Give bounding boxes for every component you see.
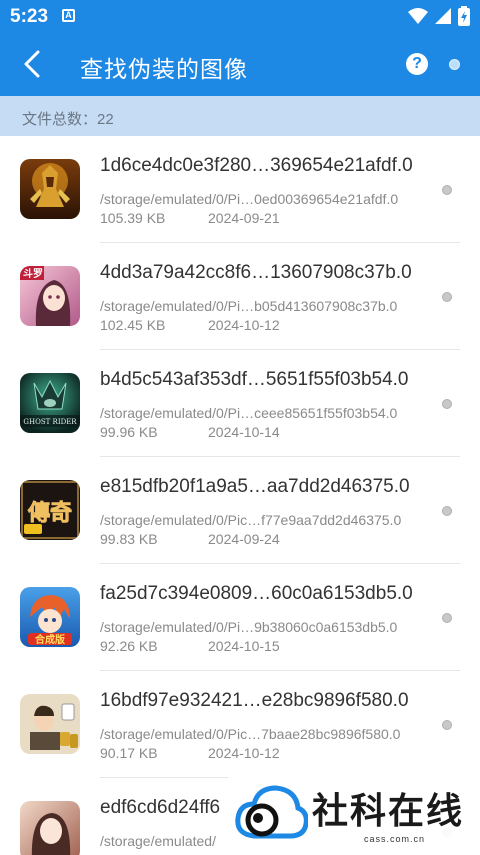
- file-name: b4d5c543af353df…5651f55f03b54.0: [100, 369, 409, 390]
- mahjong-game-icon: [20, 694, 80, 754]
- file-date: 2024-10-14: [208, 424, 280, 440]
- file-path: /storage/emulated/0/Pi…b05d413607908c37b…: [100, 298, 398, 314]
- warrior-game-icon: [20, 159, 80, 219]
- file-date: 2024-09-24: [208, 531, 280, 547]
- battery-icon: [458, 6, 470, 26]
- file-size: 102.45 KB: [100, 317, 166, 333]
- file-date: 2024-10-12: [208, 317, 280, 333]
- list-item[interactable]: 1d6ce4dc0e3f280…369654e21afdf.0 /storage…: [0, 136, 480, 243]
- file-list[interactable]: 1d6ce4dc0e3f280…369654e21afdf.0 /storage…: [0, 136, 480, 855]
- help-icon[interactable]: ?: [406, 53, 428, 75]
- notification-icon: A: [62, 9, 75, 22]
- file-name: 16bdf97e932421…e28bc9896f580.0: [100, 690, 409, 711]
- file-name: 1d6ce4dc0e3f280…369654e21afdf.0: [100, 155, 413, 176]
- file-size: 105.39 KB: [100, 210, 166, 226]
- file-name: fa25d7c394e0809…60c0a6153db5.0: [100, 583, 413, 604]
- file-path: /storage/emulated/0/Pic…7baae28bc9896f58…: [100, 726, 401, 742]
- select-radio[interactable]: [442, 399, 452, 409]
- thumb-tag: 斗罗: [23, 268, 43, 280]
- file-size: 90.17 KB: [100, 745, 158, 761]
- file-date: 2024-09-21: [208, 210, 280, 226]
- anime-boy-game-icon: 合成版: [20, 587, 80, 647]
- file-path: /storage/emulated/0/Pi…ceee85651f55f03b5…: [100, 405, 398, 421]
- select-radio[interactable]: [442, 506, 452, 516]
- back-button[interactable]: [14, 46, 50, 82]
- select-radio[interactable]: [442, 185, 452, 195]
- app-bar: 查找伪装的图像 ?: [0, 32, 480, 96]
- watermark: 社科在线 cass.com.cn: [228, 770, 480, 855]
- list-item[interactable]: 斗罗 4dd3a79a42cc8f6…13607908c37b.0 /stora…: [0, 243, 480, 350]
- page-title: 查找伪装的图像: [80, 56, 248, 82]
- watermark-url: cass.com.cn: [364, 834, 426, 844]
- legend-game-icon: 傳奇: [20, 480, 80, 540]
- menu-dot-button[interactable]: [449, 59, 460, 70]
- file-date: 2024-10-15: [208, 638, 280, 654]
- select-radio[interactable]: [442, 613, 452, 623]
- file-path: /storage/emulated/: [100, 833, 216, 849]
- watermark-brand: 社科在线: [312, 790, 465, 832]
- file-name: 4dd3a79a42cc8f6…13607908c37b.0: [100, 262, 412, 283]
- file-path: /storage/emulated/0/Pi…9b38060c0a6153db5…: [100, 619, 398, 635]
- wifi-icon: [408, 8, 428, 24]
- file-thumbnail: 傳奇: [20, 480, 80, 540]
- file-path: /storage/emulated/0/Pic…f77e9aa7dd2d4637…: [100, 512, 402, 528]
- select-radio[interactable]: [442, 292, 452, 302]
- signal-icon: [435, 8, 451, 24]
- status-bar: 5:23 A: [0, 0, 480, 32]
- thumb-tag: 合成版: [34, 633, 65, 646]
- file-name: edf6cd6d24ff6: [100, 797, 221, 818]
- status-icons: [408, 6, 470, 26]
- select-radio[interactable]: [442, 720, 452, 730]
- file-thumbnail: GHOST RIDER: [20, 373, 80, 433]
- file-size: 92.26 KB: [100, 638, 158, 654]
- thumb-tag: GHOST RIDER: [23, 418, 77, 426]
- file-path: /storage/emulated/0/Pi…0ed00369654e21afd…: [100, 191, 399, 207]
- file-thumbnail: [20, 694, 80, 754]
- file-name: e815dfb20f1a9a5…aa7dd2d46375.0: [100, 476, 410, 497]
- cloud-logo-icon: [235, 785, 308, 839]
- file-size: 99.83 KB: [100, 531, 158, 547]
- file-count-text: 文件总数：22: [22, 111, 114, 128]
- ghost-rider-game-icon: GHOST RIDER: [20, 373, 80, 433]
- file-thumbnail: [20, 159, 80, 219]
- file-size: 99.96 KB: [100, 424, 158, 440]
- file-thumbnail: 斗罗: [20, 266, 80, 326]
- thumb-tag: 傳奇: [27, 500, 72, 526]
- summary-bar: 文件总数：22: [0, 96, 480, 136]
- chevron-left-icon: [24, 50, 40, 78]
- status-time: 5:23: [10, 6, 49, 27]
- list-item[interactable]: 16bdf97e932421…e28bc9896f580.0 /storage/…: [0, 671, 480, 778]
- list-item[interactable]: GHOST RIDER b4d5c543af353df…5651f55f03b5…: [0, 350, 480, 457]
- heroine-game-icon: [20, 801, 80, 855]
- list-item[interactable]: 傳奇 e815dfb20f1a9a5…aa7dd2d46375.0 /stora…: [0, 457, 480, 564]
- anime-girl-game-icon: 斗罗: [20, 266, 80, 326]
- file-date: 2024-10-12: [208, 745, 280, 761]
- list-item[interactable]: 合成版 fa25d7c394e0809…60c0a6153db5.0 /stor…: [0, 564, 480, 671]
- file-thumbnail: [20, 801, 80, 855]
- file-thumbnail: 合成版: [20, 587, 80, 647]
